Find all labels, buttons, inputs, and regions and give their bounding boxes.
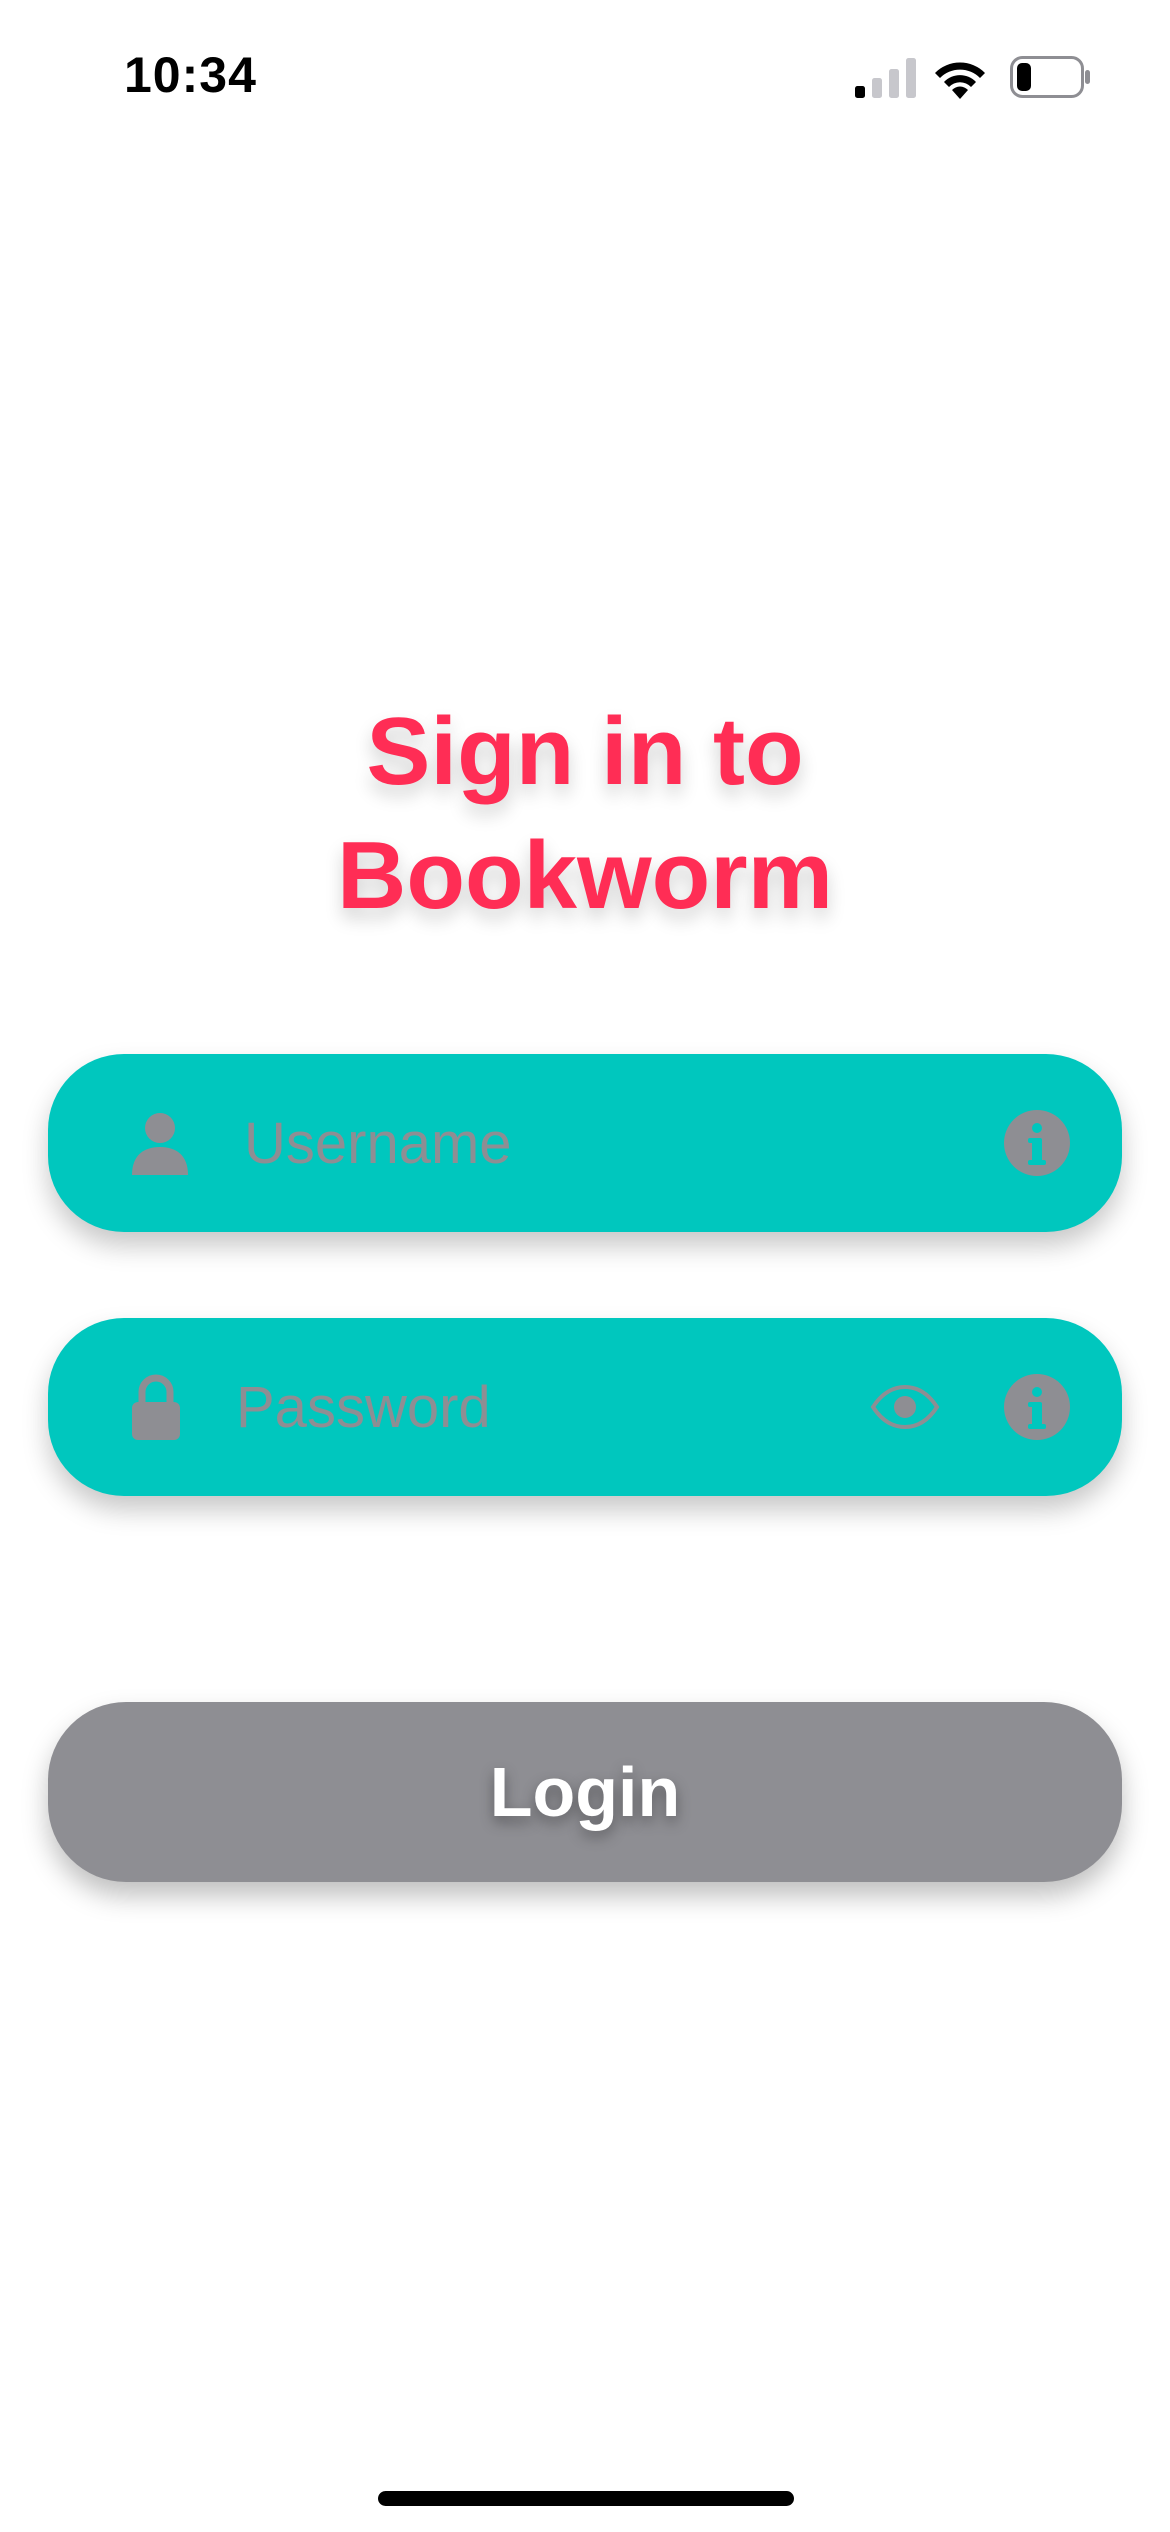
username-field[interactable]: [48, 1054, 1122, 1232]
password-field[interactable]: [48, 1318, 1122, 1496]
status-time: 10:34: [124, 47, 257, 103]
eye-icon[interactable]: [870, 1384, 940, 1430]
wifi-icon: [935, 62, 985, 99]
title-line-2: Bookworm: [336, 822, 834, 929]
username-info-icon[interactable]: [1004, 1110, 1070, 1176]
login-button[interactable]: Login: [48, 1702, 1122, 1882]
page-title: Sign in to Bookworm: [0, 690, 1170, 938]
title-line-1: Sign in to: [366, 698, 804, 805]
lock-icon: [132, 1374, 180, 1440]
battery-icon: [1010, 56, 1090, 98]
person-icon: [132, 1113, 188, 1175]
home-indicator[interactable]: [378, 2491, 794, 2506]
password-input[interactable]: [236, 1318, 886, 1496]
username-input[interactable]: [244, 1054, 984, 1232]
password-info-icon[interactable]: [1004, 1374, 1070, 1440]
status-bar: 10:34: [0, 0, 1170, 150]
cellular-signal-icon: [855, 58, 916, 98]
